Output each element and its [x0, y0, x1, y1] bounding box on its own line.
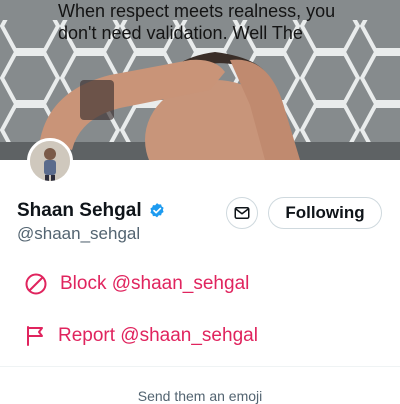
profile-banner[interactable]: When respect meets realness, you don't n… [0, 0, 400, 160]
following-button[interactable]: Following [268, 197, 382, 229]
block-user-label: Block @shaan_sehgal [60, 273, 250, 294]
banner-caption: When respect meets realness, you don't n… [58, 1, 336, 43]
envelope-icon [234, 207, 250, 219]
avatar-image [30, 141, 70, 181]
block-icon [25, 273, 47, 295]
avatar[interactable] [27, 138, 73, 184]
report-user-menu-item[interactable]: Report @shaan_sehgal [24, 324, 258, 348]
divider [0, 366, 400, 367]
block-user-menu-item[interactable]: Block @shaan_sehgal [24, 272, 249, 296]
flag-icon [27, 326, 43, 346]
report-user-label: Report @shaan_sehgal [58, 325, 258, 346]
emoji-hint[interactable]: Send them an emoji [0, 388, 400, 404]
display-name-row: Shaan Sehgal [17, 200, 166, 222]
display-name: Shaan Sehgal [17, 200, 142, 221]
message-button[interactable] [226, 197, 258, 229]
verified-badge-icon [150, 203, 164, 218]
profile-handle: @shaan_sehgal [17, 224, 141, 243]
